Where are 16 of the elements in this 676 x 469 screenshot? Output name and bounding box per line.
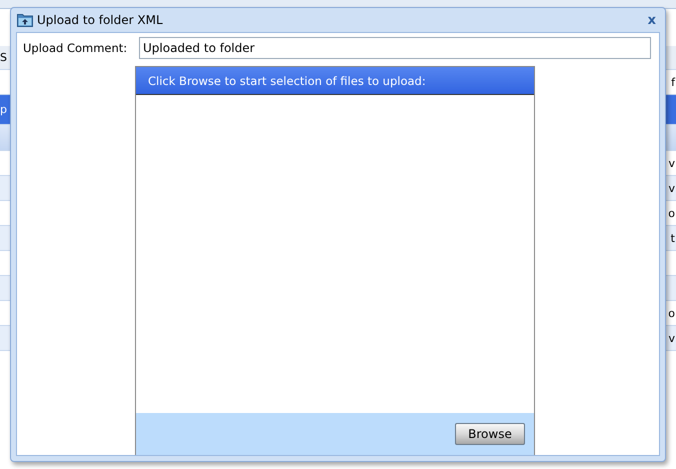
comment-label: Upload Comment: <box>23 41 128 55</box>
row-text: p <box>0 103 7 116</box>
panel-header: Click Browse to start selection of files to upload: <box>136 67 534 95</box>
row-text: f <box>671 76 675 88</box>
row-text: v <box>668 182 675 194</box>
row-text: o <box>668 306 675 320</box>
window-title: Upload to folder XML <box>37 13 163 27</box>
comment-field[interactable]: Uploaded to folder <box>139 37 651 59</box>
close-button[interactable]: x <box>644 12 660 28</box>
row-text: v <box>668 332 675 344</box>
row-text: S <box>0 51 7 64</box>
folder-icon <box>17 13 33 27</box>
row-text: o <box>668 206 675 220</box>
row-text: t <box>670 232 675 244</box>
browse-button[interactable]: Browse <box>455 423 525 445</box>
row-text: v <box>668 156 675 170</box>
